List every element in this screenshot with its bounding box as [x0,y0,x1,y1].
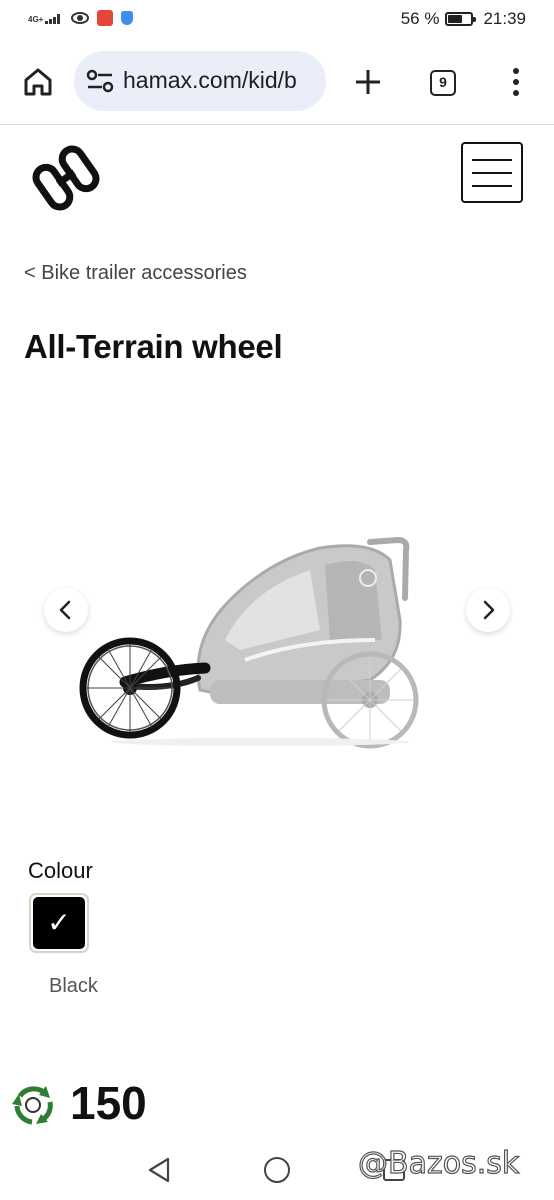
home-circle-icon[interactable] [264,1157,290,1183]
hamburger-line [472,159,512,161]
battery-percent: 56 % [400,9,440,28]
new-tab-button[interactable] [348,62,388,102]
tabs-icon: 9 [430,70,456,96]
network-type: 4G+ [28,15,44,24]
gallery-prev-button[interactable] [44,588,88,632]
clock: 21:39 [483,9,526,28]
colour-label: Colour [28,858,93,883]
shield-icon [121,11,134,25]
app-notification-icon [97,10,114,26]
hamburger-menu-button[interactable] [461,142,523,203]
eco-value: 150 [70,1077,147,1129]
hamburger-line [472,172,512,174]
url-text[interactable]: hamax.com/kid/b [123,67,323,94]
system-nav-bar: @Bazos.sk [0,1140,554,1200]
selected-check-icon: ✓ [33,897,85,949]
address-bar[interactable]: hamax.com/kid/b [74,51,326,111]
trailer-with-jogging-wheel-image [79,536,419,749]
watermark-text: @Bazos.sk [357,1145,520,1181]
colour-option-name: Black [49,975,98,997]
new-tab-icon [356,70,380,94]
eye-icon [71,12,90,24]
status-bar: 4G+ 56 % 21:39 [0,0,554,40]
recycle-icon [12,1086,53,1125]
gallery-next-button[interactable] [466,588,510,632]
chevron-left-icon [59,600,71,620]
battery-icon [445,12,477,26]
home-icon [24,68,52,96]
page-title: All-Terrain wheel [24,328,283,365]
breadcrumb-link[interactable]: < Bike trailer accessories [24,262,247,285]
toolbar-divider [0,124,554,125]
more-menu-button[interactable] [500,62,532,102]
tabs-button[interactable]: 9 [423,62,463,102]
more-menu-icon [513,68,519,96]
product-gallery [0,400,554,820]
hamax-logo-icon[interactable] [28,140,104,216]
browser-toolbar: hamax.com/kid/b 9 [0,48,554,116]
status-left: 4G+ [28,10,134,26]
site-settings-icon[interactable] [86,69,114,93]
status-right: 56 % 21:39 [401,9,526,29]
chevron-right-icon [483,600,495,620]
home-button[interactable] [18,62,58,102]
signal-icon: 4G+ [28,12,63,24]
hamburger-line [472,185,512,187]
back-icon[interactable] [146,1156,172,1184]
colour-swatch-black[interactable]: ✓ [29,893,89,953]
